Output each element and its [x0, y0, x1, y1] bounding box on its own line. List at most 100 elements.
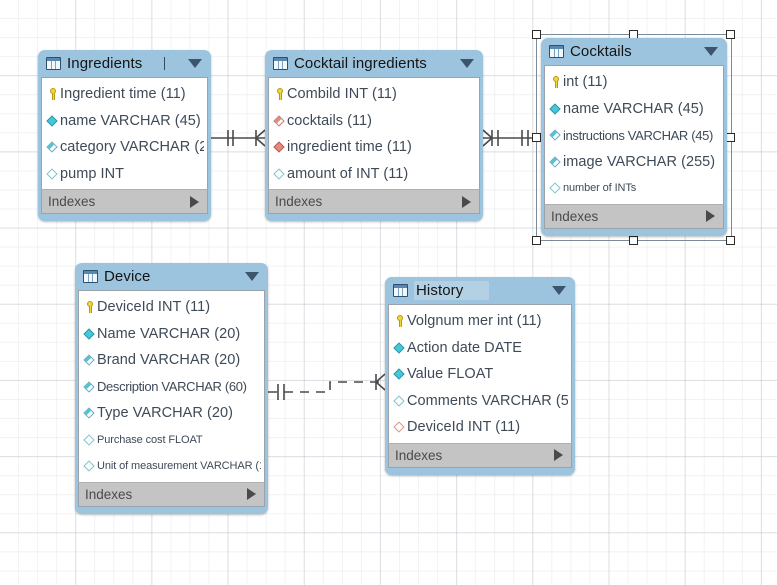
table-title[interactable]: Cocktail ingredients — [294, 55, 427, 72]
nullable-icon — [46, 167, 59, 181]
table-header-cocktail_ingredients[interactable]: Cocktail ingredients — [268, 50, 480, 77]
table-icon — [46, 57, 61, 70]
table-indexes-section-device[interactable]: Indexes — [78, 481, 265, 507]
not-null-icon — [549, 102, 562, 116]
table-header-cocktails[interactable]: Cocktails — [544, 38, 724, 65]
chevron-down-icon[interactable] — [552, 286, 566, 295]
eer-diagram-canvas[interactable]: Ingredients Ingredient time (11) name VARC… — [0, 0, 777, 585]
chevron-down-icon[interactable] — [188, 59, 202, 68]
table-title[interactable]: History — [414, 281, 490, 300]
primary-key-icon — [274, 87, 286, 101]
indexes-label: Indexes — [395, 447, 443, 463]
primary-key-icon — [394, 314, 406, 328]
table-history[interactable]: History Volgnum mer int (11) Action date D… — [385, 277, 575, 475]
resize-handle-w[interactable] — [532, 133, 541, 142]
diamond-glyph — [46, 141, 58, 153]
diamond-glyph — [273, 168, 285, 180]
table-cocktails[interactable]: Cocktails int (11) name VARCHAR (45) instru… — [541, 38, 727, 236]
column-row[interactable]: Unit of measurement VARCHAR (10) — [79, 453, 264, 480]
column-row[interactable]: pump INT — [42, 161, 207, 188]
relationship-device-history — [268, 373, 386, 400]
column-row[interactable]: DeviceId INT (11) — [79, 294, 264, 321]
not-null-icon — [393, 341, 406, 355]
indexed-icon — [83, 380, 96, 394]
column-row[interactable]: Value FLOAT — [389, 361, 571, 388]
table-indexes-section-cocktail_ingredients[interactable]: Indexes — [268, 189, 480, 214]
chevron-down-icon[interactable] — [460, 59, 474, 68]
resize-handle-nw[interactable] — [532, 30, 541, 39]
chevron-down-icon[interactable] — [245, 272, 259, 281]
column-label: Description VARCHAR (60) — [97, 379, 247, 395]
column-row[interactable]: DeviceId INT (11) — [389, 414, 571, 441]
expand-right-icon[interactable] — [462, 195, 471, 208]
chevron-down-icon[interactable] — [704, 47, 718, 56]
resize-handle-e[interactable] — [726, 133, 735, 142]
column-row[interactable]: Purchase cost FLOAT — [79, 427, 264, 454]
column-row[interactable]: instructions VARCHAR (45) — [545, 122, 723, 149]
column-label: category VARCHAR (20) — [60, 139, 204, 156]
expand-right-icon[interactable] — [190, 195, 199, 208]
table-title[interactable]: Device — [104, 268, 150, 285]
resize-handle-sw[interactable] — [532, 236, 541, 245]
column-row[interactable]: Brand VARCHAR (20) — [79, 347, 264, 374]
indexed-icon — [549, 128, 562, 142]
column-row[interactable]: amount of INT (11) — [269, 161, 479, 188]
diamond-glyph — [83, 354, 95, 366]
table-header-ingredients[interactable]: Ingredients — [41, 50, 208, 77]
column-row[interactable]: Ingredient time (11) — [42, 81, 207, 108]
table-icon — [83, 270, 98, 283]
foreign-key-hollow-icon — [393, 420, 406, 434]
nullable-icon — [83, 433, 96, 447]
table-header-history[interactable]: History — [388, 277, 572, 304]
table-indexes-section-cocktails[interactable]: Indexes — [544, 203, 724, 229]
expand-right-icon[interactable] — [554, 449, 563, 461]
diamond-glyph — [393, 368, 405, 380]
resize-handle-se[interactable] — [726, 236, 735, 245]
column-row[interactable]: Description VARCHAR (60) — [79, 374, 264, 401]
table-device[interactable]: Device DeviceId INT (11) Name VARCHAR (20)… — [75, 263, 268, 514]
table-columns-cocktail_ingredients: Combild INT (11) cocktails (11) ingredient… — [268, 77, 480, 189]
table-title[interactable]: Cocktails — [570, 43, 632, 60]
table-icon — [393, 284, 408, 297]
column-label: Type VARCHAR (20) — [97, 405, 233, 422]
table-title[interactable]: Ingredients — [67, 55, 165, 72]
diamond-glyph — [83, 460, 95, 472]
column-row[interactable]: Action date DATE — [389, 335, 571, 362]
resize-handle-ne[interactable] — [726, 30, 735, 39]
column-label: Volgnum mer int (11) — [407, 313, 542, 330]
foreign-key-indexed-icon — [273, 114, 286, 128]
column-row[interactable]: name VARCHAR (45) — [545, 96, 723, 123]
column-label: Combild INT (11) — [287, 86, 397, 103]
diamond-glyph — [393, 395, 405, 407]
column-row[interactable]: Type VARCHAR (20) — [79, 400, 264, 427]
column-row[interactable]: Comments VARCHAR (50) — [389, 388, 571, 415]
expand-right-icon[interactable] — [247, 488, 256, 500]
expand-right-icon[interactable] — [706, 210, 715, 222]
column-row[interactable]: name VARCHAR (45) — [42, 108, 207, 135]
diamond-glyph — [273, 115, 285, 127]
table-indexes-section-ingredients[interactable]: Indexes — [41, 189, 208, 214]
table-cocktail_ingredients[interactable]: Cocktail ingredients Combild INT (11) cock… — [265, 50, 483, 221]
nullable-icon — [273, 167, 286, 181]
table-columns-ingredients: Ingredient time (11) name VARCHAR (45) cat… — [41, 77, 208, 189]
column-label: instructions VARCHAR (45) — [563, 127, 713, 143]
column-row[interactable]: Volgnum mer int (11) — [389, 308, 571, 335]
column-row[interactable]: number of INTs — [545, 175, 723, 202]
diamond-glyph — [549, 103, 561, 115]
not-null-icon — [46, 114, 59, 128]
column-row[interactable]: Combild INT (11) — [269, 81, 479, 108]
column-row[interactable]: ingredient time (11) — [269, 134, 479, 161]
not-null-icon — [393, 367, 406, 381]
table-ingredients[interactable]: Ingredients Ingredient time (11) name VARC… — [38, 50, 211, 221]
primary-key-icon — [47, 87, 59, 101]
table-header-device[interactable]: Device — [78, 263, 265, 290]
column-row[interactable]: int (11) — [545, 69, 723, 96]
resize-handle-s[interactable] — [629, 236, 638, 245]
column-row[interactable]: cocktails (11) — [269, 108, 479, 135]
column-row[interactable]: category VARCHAR (20) — [42, 134, 207, 161]
column-row[interactable]: Name VARCHAR (20) — [79, 321, 264, 348]
column-row[interactable]: image VARCHAR (255) — [545, 149, 723, 176]
table-indexes-section-history[interactable]: Indexes — [388, 442, 572, 468]
column-label: pump INT — [60, 165, 125, 182]
not-null-icon — [83, 327, 96, 341]
